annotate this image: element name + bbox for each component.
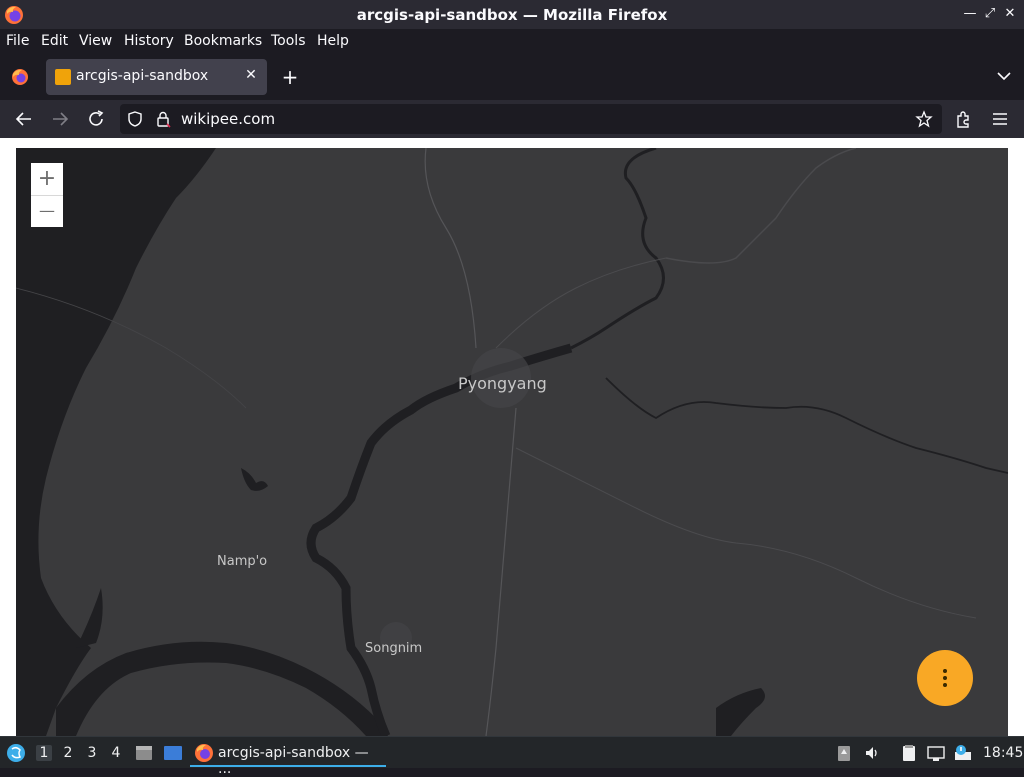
more-vertical-icon <box>943 669 947 673</box>
map-view[interactable]: + — Pyongyang Namp'o Songnim <box>16 148 1008 736</box>
back-arrow-icon[interactable] <box>13 108 35 130</box>
map-label-nampo: Namp'o <box>217 554 268 569</box>
zoom-out-button[interactable]: — <box>31 195 63 227</box>
more-options-button[interactable] <box>917 650 973 706</box>
forward-arrow-icon[interactable] <box>49 108 71 130</box>
close-tab-icon[interactable]: ✕ <box>243 67 259 85</box>
shield-icon[interactable] <box>126 110 144 128</box>
taskbar-task-firefox[interactable]: arcgis-api-sandbox — ... <box>190 739 386 777</box>
file-manager-icon[interactable] <box>134 743 154 763</box>
clock: 18:45 <box>983 745 1024 761</box>
lock-icon[interactable] <box>154 110 172 128</box>
more-vertical-icon-dot <box>943 683 947 687</box>
bookmark-star-icon[interactable] <box>915 110 933 128</box>
url-bar[interactable]: wikipee.com <box>120 104 942 134</box>
firefox-view-icon[interactable] <box>10 67 30 87</box>
window-title: arcgis-api-sandbox — Mozilla Firefox <box>356 6 668 24</box>
menu-help[interactable]: Help <box>317 33 349 49</box>
workspace-3[interactable]: 3 <box>84 745 100 761</box>
zoom-in-button[interactable]: + <box>31 163 63 195</box>
road-1 <box>424 148 477 349</box>
menu-view[interactable]: View <box>79 33 112 49</box>
page-content: + — Pyongyang Namp'o Songnim <box>0 138 1024 736</box>
menu-bookmarks[interactable]: Bookmarks <box>184 33 262 49</box>
network-icon[interactable] <box>927 744 945 762</box>
workspace-1[interactable]: 1 <box>36 745 52 761</box>
extensions-icon[interactable] <box>953 108 975 130</box>
menu-edit[interactable]: Edit <box>41 33 68 49</box>
window-titlebar: arcgis-api-sandbox — Mozilla Firefox — ⤢… <box>0 0 1024 29</box>
chevron-down-icon[interactable] <box>994 66 1014 86</box>
taedong-estuary-water <box>56 641 388 736</box>
firefox-icon <box>195 744 213 762</box>
road-4 <box>495 257 667 349</box>
taedong-river <box>306 343 573 736</box>
small-lake <box>241 468 268 491</box>
clipboard-icon[interactable] <box>835 744 853 762</box>
hamburger-menu-icon[interactable] <box>989 108 1011 130</box>
menu-file[interactable]: File <box>6 33 29 49</box>
map-basemap[interactable] <box>16 148 1008 736</box>
new-tab-icon[interactable]: + <box>279 66 301 88</box>
more-vertical-icon-dot <box>943 676 947 680</box>
tab-title: arcgis-api-sandbox <box>76 68 209 84</box>
menu-tools[interactable]: Tools <box>271 33 306 49</box>
road-2 <box>485 407 517 736</box>
menu-history[interactable]: History <box>124 33 174 49</box>
start-menu-icon[interactable] <box>6 743 26 763</box>
zoom-control: + — <box>31 163 63 227</box>
notes-icon[interactable] <box>900 744 918 762</box>
volume-icon[interactable] <box>863 744 881 762</box>
navigation-bar: wikipee.com <box>0 100 1024 138</box>
tab-arcgis-api-sandbox[interactable]: arcgis-api-sandbox ✕ <box>46 59 267 95</box>
tab-strip: arcgis-api-sandbox ✕ + <box>0 54 1024 100</box>
menu-bar: File Edit View History Bookmarks Tools H… <box>0 29 1024 54</box>
sandbox-favicon-icon <box>55 69 71 85</box>
taskbar: 1 2 3 4 arcgis-api-sandbox — ... 18:45 <box>0 736 1024 777</box>
workspace-2[interactable]: 2 <box>60 745 76 761</box>
maximize-icon[interactable]: ⤢ <box>980 4 1000 24</box>
minimize-icon[interactable]: — <box>960 4 980 24</box>
road-3 <box>515 447 977 619</box>
url-text[interactable]: wikipee.com <box>181 110 275 128</box>
east-bay-water <box>716 688 765 736</box>
updates-icon[interactable] <box>954 744 972 762</box>
reload-icon[interactable] <box>85 108 107 130</box>
map-label-songnim: Songnim <box>365 641 423 656</box>
east-river <box>605 377 1008 474</box>
taedong-upper-river <box>570 148 665 350</box>
close-window-icon[interactable]: ✕ <box>1000 4 1020 24</box>
map-label-pyongyang: Pyongyang <box>458 374 547 393</box>
workspace-4[interactable]: 4 <box>108 745 124 761</box>
desktop-icon[interactable] <box>163 743 183 763</box>
task-title: arcgis-api-sandbox — ... <box>218 745 369 777</box>
north-river <box>665 148 857 264</box>
